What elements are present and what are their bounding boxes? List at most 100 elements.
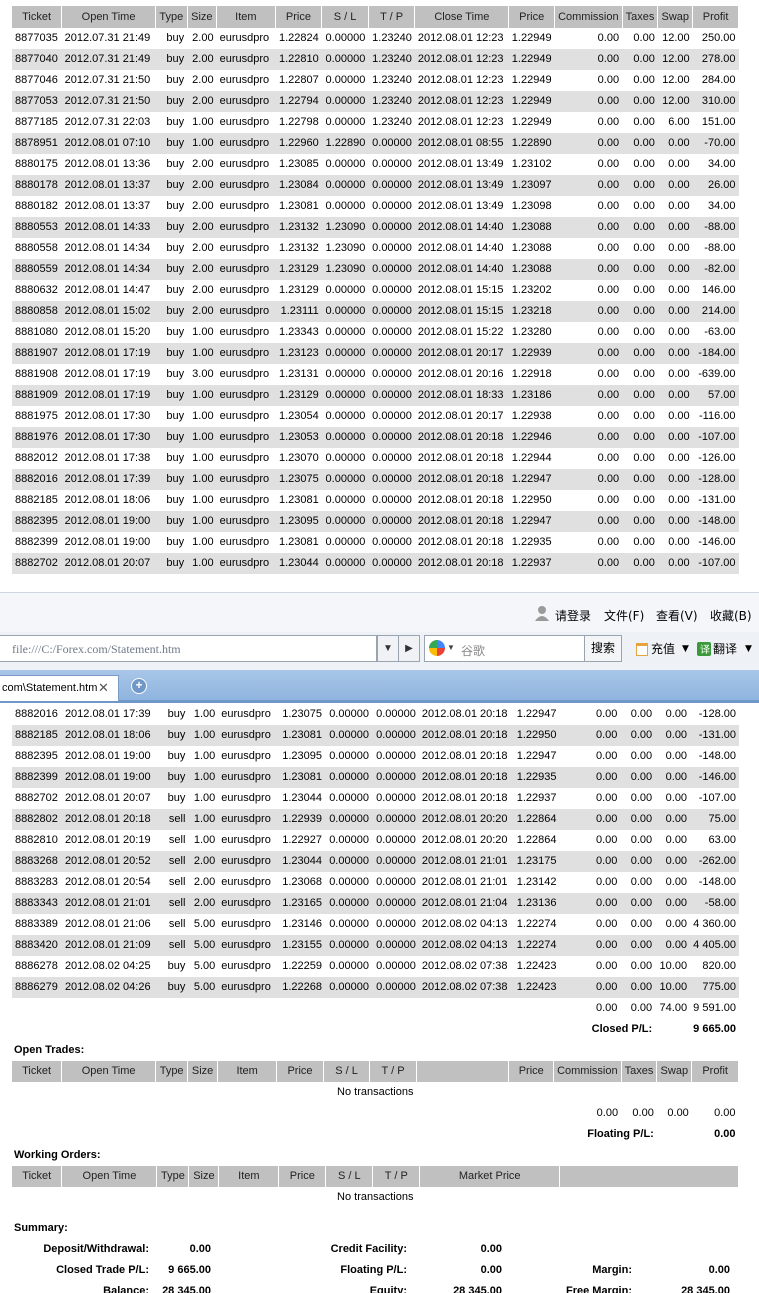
column-header: Swap bbox=[657, 6, 694, 28]
table-cell: eurusdpro bbox=[219, 200, 270, 212]
table-cell: 0.00000 bbox=[372, 494, 412, 506]
table-cell: 2.00 bbox=[193, 876, 216, 888]
table-cell: eurusdpro bbox=[221, 876, 271, 888]
menu-view[interactable]: 查看(V) bbox=[656, 607, 698, 624]
table-cell: 0.00 bbox=[620, 809, 656, 830]
table-cell: 2012.08.01 20:18 bbox=[414, 511, 509, 532]
table-cell: 0.00 bbox=[657, 343, 693, 364]
table-cell: 2012.08.01 20:52 bbox=[61, 851, 157, 872]
table-cell: 2012.08.01 20:18 bbox=[421, 792, 508, 804]
table-cell: 2012.08.01 14:47 bbox=[64, 284, 151, 296]
table-cell: 1.00 bbox=[187, 427, 217, 448]
close-icon[interactable]: ✕ bbox=[98, 680, 109, 696]
tab-title: com\Statement.htm bbox=[2, 682, 98, 694]
table-cell: 1.23240 bbox=[372, 74, 412, 86]
table-cell: 0.00 bbox=[554, 343, 623, 364]
table-cell: buy bbox=[155, 343, 188, 364]
table-cell: buy bbox=[155, 259, 188, 280]
table-cell: 0.00 bbox=[595, 750, 618, 762]
table-cell: 0.00 bbox=[559, 725, 621, 746]
table-cell: 0.00 bbox=[658, 574, 693, 578]
table-row: 8881907 2012.08.01 17:19 buy 1.00 eurusdpro 1… bbox=[12, 343, 739, 364]
recharge-button[interactable]: 充值 bbox=[651, 640, 675, 657]
table-cell: 0.00000 bbox=[325, 410, 366, 422]
table-cell: 1.00 bbox=[192, 494, 214, 506]
table-cell: 0.00000 bbox=[329, 708, 369, 720]
column-header: Profit bbox=[692, 6, 739, 28]
table-cell: buy bbox=[155, 49, 188, 70]
table-cell: 2012.08.02 04:25 bbox=[64, 960, 151, 972]
tab-statement[interactable]: com\Statement.htm ✕ bbox=[0, 675, 119, 701]
table-cell: 1.00 bbox=[188, 809, 219, 830]
table-row: 8882399 2012.08.01 19:00 buy 1.00 eurusdpro 1… bbox=[12, 532, 739, 553]
table-cell: 8881908 bbox=[15, 368, 58, 380]
column-header: Commission bbox=[554, 6, 623, 28]
table-cell: -58.00 bbox=[690, 893, 739, 914]
table-cell: 1.22807 bbox=[278, 74, 319, 86]
chevron-down-icon[interactable]: ▼ bbox=[447, 643, 455, 652]
search-box[interactable]: ▼ 谷歌 bbox=[424, 635, 586, 662]
address-bar[interactable]: file:///C:/Forex.com/Statement.htm bbox=[0, 635, 377, 662]
table-row: 8881909 2012.08.01 17:19 buy 1.00 eurusdpro 1… bbox=[12, 385, 739, 406]
new-tab-icon[interactable]: + bbox=[131, 678, 147, 694]
table-cell: 1.00 bbox=[193, 792, 216, 804]
table-cell: 1.00 bbox=[193, 708, 216, 720]
table-cell: 8882702 bbox=[15, 792, 58, 804]
address-dropdown-button[interactable]: ▼ bbox=[377, 635, 399, 662]
table-cell: buy bbox=[155, 511, 188, 532]
menu-file[interactable]: 文件(F) bbox=[604, 607, 644, 624]
table-cell: 1.00 bbox=[187, 511, 217, 532]
table-cell: 0.00000 bbox=[372, 200, 412, 212]
open-trades-title: Open Trades: bbox=[14, 1044, 85, 1056]
table-cell: 8883389 bbox=[15, 918, 58, 930]
translate-button[interactable]: 翻译 bbox=[713, 640, 737, 657]
table-cell: 2012.08.01 19:00 bbox=[61, 767, 157, 788]
table-cell: 0.00000 bbox=[372, 284, 412, 296]
total-swap: 74.00 bbox=[659, 1002, 688, 1014]
table-cell: eurusdpro bbox=[218, 893, 279, 914]
table-row: 8882702 2012.08.01 20:07 buy 1.00 eurusdpro 1… bbox=[12, 788, 739, 809]
table-cell: 0.00 bbox=[595, 708, 618, 720]
table-cell: 0.00000 bbox=[368, 511, 415, 532]
search-button[interactable]: 搜索 bbox=[584, 635, 622, 662]
table-cell: 2012.08.01 20:20 bbox=[418, 809, 514, 830]
table-cell: buy bbox=[167, 960, 186, 972]
table-cell: 2012.08.02 04:26 bbox=[61, 977, 157, 998]
table-cell: 8881976 bbox=[12, 427, 62, 448]
open-total-commission: 0.00 bbox=[596, 1107, 619, 1119]
chevron-down-icon[interactable]: ▼ bbox=[682, 644, 689, 654]
table-cell: 2012.08.01 19:00 bbox=[64, 750, 151, 762]
table-cell: 0.00000 bbox=[376, 834, 416, 846]
table-cell: 1.00 bbox=[193, 834, 216, 846]
table-cell: eurusdpro bbox=[216, 301, 276, 322]
table-cell: 0.00 bbox=[622, 553, 658, 574]
table-cell: 1.23175 bbox=[513, 851, 560, 872]
table-cell: 151.00 bbox=[701, 116, 736, 128]
table-cell: eurusdpro bbox=[216, 511, 276, 532]
table-cell: 2012.08.01 20:18 bbox=[421, 708, 508, 720]
table-cell: -148.00 bbox=[698, 750, 736, 762]
table-cell: eurusdpro bbox=[217, 574, 276, 578]
chevron-down-icon[interactable]: ▼ bbox=[745, 644, 752, 654]
table-cell: 2012.08.01 14:34 bbox=[64, 242, 151, 254]
table-cell: 0.00 bbox=[657, 301, 693, 322]
table-cell: 0.00 bbox=[597, 242, 620, 254]
table-cell: 2012.08.01 15:22 bbox=[417, 326, 504, 338]
table-cell: 0.00 bbox=[657, 259, 693, 280]
table-cell: 1.22950 bbox=[513, 725, 560, 746]
user-icon[interactable] bbox=[535, 605, 549, 624]
table-cell: -116.00 bbox=[699, 410, 736, 422]
table-cell: buy bbox=[166, 74, 185, 86]
go-button[interactable]: ▶ bbox=[398, 635, 420, 662]
column-header: Commission bbox=[553, 1061, 622, 1082]
table-cell: 1.23088 bbox=[511, 242, 552, 254]
equity-value: 28 345.00 bbox=[453, 1285, 502, 1293]
table-cell: 0.00 bbox=[655, 851, 691, 872]
table-cell: 1.22950 bbox=[511, 494, 552, 506]
table-cell: 1.22935 bbox=[513, 767, 560, 788]
table-cell: 1.23132 bbox=[275, 217, 322, 238]
equity-label: Equity: bbox=[369, 1285, 407, 1293]
menu-favorites[interactable]: 收藏(B) bbox=[710, 607, 752, 624]
table-cell: buy bbox=[155, 469, 188, 490]
login-link[interactable]: 请登录 bbox=[555, 607, 591, 624]
